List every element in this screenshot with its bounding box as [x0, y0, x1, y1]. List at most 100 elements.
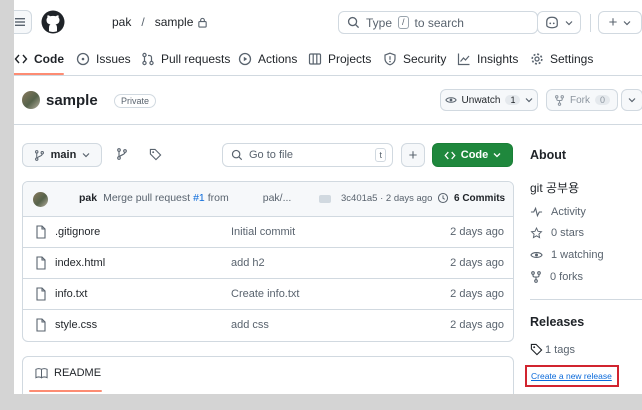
watchers-link[interactable]: 1 watching: [530, 249, 604, 261]
breadcrumb-separator: /: [141, 15, 145, 29]
go-to-file-placeholder: Go to file: [249, 149, 294, 161]
file-name-link[interactable]: .gitignore: [55, 226, 100, 238]
copilot-icon: [546, 16, 558, 29]
file-commit-date: 2 days ago: [450, 226, 504, 238]
file-row[interactable]: style.css add css 2 days ago: [23, 309, 513, 340]
tags-count-link[interactable]: 1 tags: [530, 343, 575, 356]
create-new-release-link[interactable]: Create a new release: [531, 371, 612, 381]
pull-request-link[interactable]: #1: [193, 192, 205, 204]
unwatch-button[interactable]: Unwatch 1: [440, 89, 538, 111]
tab-code[interactable]: Code: [14, 46, 64, 72]
forks-link[interactable]: 0 forks: [530, 271, 583, 283]
file-commit-message[interactable]: Create info.txt: [231, 288, 299, 300]
branch-select-button[interactable]: main: [22, 143, 102, 167]
repo-page: pak / sample Type / to search + Code Iss…: [14, 0, 642, 410]
watching-label: 1 watching: [551, 249, 604, 261]
chevron-down-icon: [565, 20, 573, 25]
tab-pull-requests[interactable]: Pull requests: [141, 46, 230, 72]
readme-tab[interactable]: README: [35, 367, 101, 379]
fork-button[interactable]: Fork 0: [546, 89, 618, 111]
tags-count-label: 1 tags: [545, 343, 575, 356]
commit-summary: pak Merge pull request #1 from pak/...: [55, 192, 291, 204]
table-icon: [308, 53, 322, 65]
branches-link[interactable]: [116, 148, 128, 160]
file-name-link[interactable]: style.css: [55, 319, 97, 331]
search-shortcut-key: /: [398, 16, 409, 29]
history-icon: [437, 192, 449, 204]
tab-projects[interactable]: Projects: [308, 46, 371, 72]
tag-icon: [530, 343, 543, 356]
add-file-button[interactable]: +: [401, 143, 425, 167]
fork-dropdown-button[interactable]: [621, 89, 642, 111]
tab-projects-label: Projects: [328, 52, 372, 66]
repo-title[interactable]: sample: [46, 92, 98, 109]
commit-message-suffix: from: [207, 192, 229, 204]
tab-insights[interactable]: Insights: [457, 46, 518, 72]
hamburger-menu-button[interactable]: [14, 10, 32, 34]
tags-link[interactable]: [149, 148, 162, 161]
commit-message-prefix[interactable]: Merge pull request: [103, 192, 190, 204]
file-commit-message[interactable]: add css: [231, 319, 269, 331]
header-divider-2: [590, 14, 591, 32]
stars-link[interactable]: 0 stars: [530, 227, 584, 239]
fork-icon: [555, 94, 564, 106]
unwatch-label: Unwatch: [461, 94, 501, 106]
commit-branch-ref[interactable]: pak/...: [263, 192, 292, 204]
tab-settings[interactable]: Settings: [530, 46, 593, 72]
tab-pull-requests-label: Pull requests: [161, 52, 231, 66]
file-row[interactable]: .gitignore Initial commit 2 days ago: [23, 216, 513, 247]
stars-label: 0 stars: [551, 227, 585, 239]
go-to-file-shortcut: t: [375, 148, 386, 162]
tab-insights-label: Insights: [477, 52, 519, 66]
commits-history-link[interactable]: 6 Commits: [437, 192, 505, 204]
file-icon: [35, 256, 47, 270]
file-row[interactable]: info.txt Create info.txt 2 days ago: [23, 278, 513, 309]
commit-hash-info[interactable]: 3c401a5 · 2 days ago: [341, 193, 432, 204]
github-logo-icon[interactable]: [41, 10, 65, 34]
tab-issues-label: Issues: [96, 52, 131, 66]
plus-icon: +: [608, 14, 618, 31]
code-dropdown-button[interactable]: Code: [432, 143, 513, 167]
file-commit-message[interactable]: add h2: [231, 257, 265, 269]
tab-actions-label: Actions: [258, 52, 298, 66]
repo-link[interactable]: sample: [155, 15, 194, 29]
file-row[interactable]: index.html add h2 2 days ago: [23, 247, 513, 278]
global-search-input[interactable]: Type / to search: [338, 11, 538, 34]
activity-link[interactable]: Activity: [530, 206, 586, 218]
tab-issues[interactable]: Issues: [76, 46, 131, 72]
code-button-label: Code: [460, 149, 489, 161]
code-icon: [444, 151, 456, 159]
tab-security-label: Security: [403, 52, 447, 66]
commits-count: 6 Commits: [454, 192, 506, 204]
git-branch-icon: [34, 149, 44, 161]
file-name-link[interactable]: index.html: [55, 257, 105, 269]
chevron-down-icon: [623, 20, 631, 25]
releases-heading[interactable]: Releases: [530, 315, 584, 329]
create-new-button[interactable]: +: [598, 11, 642, 34]
pulse-icon: [530, 206, 543, 218]
repo-owner-avatar: [22, 91, 40, 109]
repo-description: git 공부용: [530, 181, 580, 195]
tab-actions[interactable]: Actions: [238, 46, 297, 72]
commit-author[interactable]: pak: [79, 192, 97, 204]
file-commit-message[interactable]: Initial commit: [231, 226, 295, 238]
latest-commit-bar: pak Merge pull request #1 from pak/... 3…: [23, 182, 513, 216]
breadcrumb: pak / sample: [76, 15, 208, 29]
tab-security[interactable]: Security: [383, 46, 446, 72]
forks-label: 0 forks: [550, 271, 584, 283]
visibility-badge: Private: [114, 94, 157, 108]
copilot-button[interactable]: [537, 11, 581, 34]
left-gutter: [0, 0, 14, 410]
play-icon: [238, 52, 252, 66]
file-commit-date: 2 days ago: [450, 288, 504, 300]
branch-name: main: [50, 149, 77, 161]
file-name-link[interactable]: info.txt: [55, 288, 87, 300]
file-icon: [35, 225, 47, 239]
commit-ellipsis-button[interactable]: [319, 195, 331, 203]
readme-label: README: [54, 367, 102, 379]
code-icon: [14, 54, 28, 64]
eye-icon: [530, 252, 543, 258]
go-to-file-input[interactable]: Go to file t: [222, 143, 393, 167]
star-icon: [530, 227, 543, 239]
owner-name[interactable]: pak: [112, 15, 131, 29]
